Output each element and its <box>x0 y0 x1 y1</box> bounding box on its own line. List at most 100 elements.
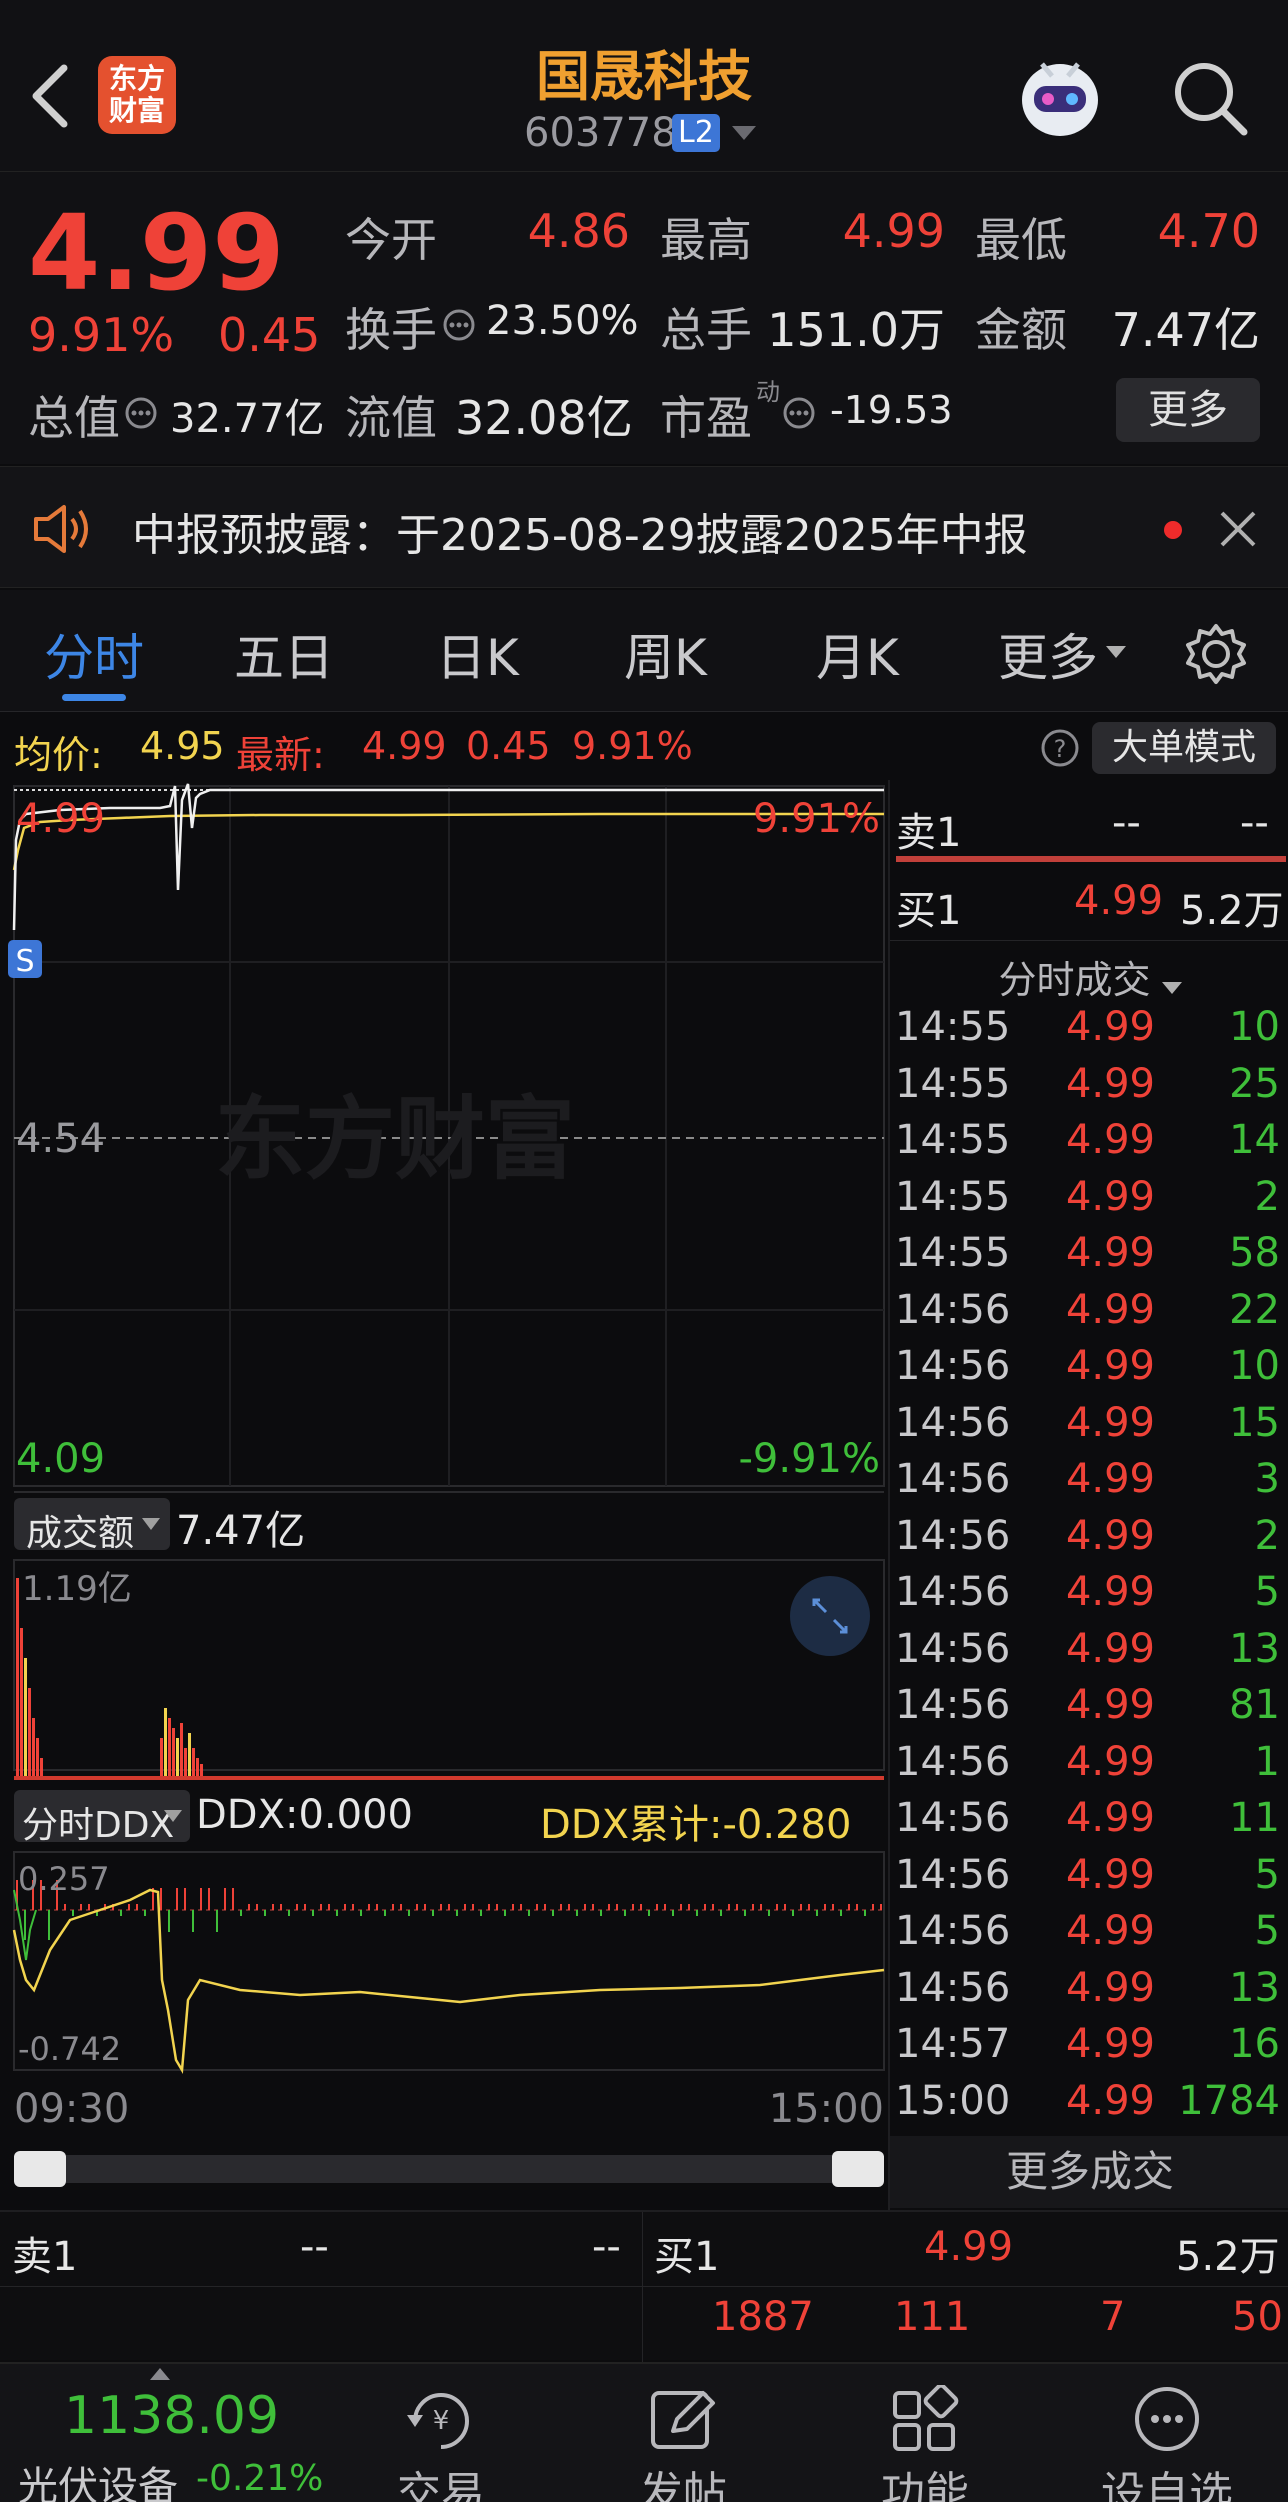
trade-volume: 2 <box>1254 1512 1280 1559</box>
volume-bar <box>176 1738 179 1778</box>
ddx-bar <box>752 1904 754 1910</box>
ddx-bar <box>560 1904 562 1910</box>
ddx-bar <box>72 1910 74 1916</box>
ddx-bar <box>880 1904 882 1910</box>
active-tab-indicator <box>62 694 126 701</box>
ddx-bar <box>360 1910 362 1916</box>
unread-dot <box>1164 521 1182 539</box>
search-icon[interactable] <box>1170 58 1250 138</box>
ddx-bar <box>824 1904 826 1910</box>
pe-value: -19.53 <box>830 388 953 432</box>
tab-monthly-k[interactable]: 月K <box>816 618 899 690</box>
ddx-bar <box>168 1910 170 1932</box>
trade-time: 14:55 <box>895 1060 1011 1107</box>
tab-more[interactable]: 更多 <box>998 618 1098 690</box>
question-icon[interactable]: ? <box>1040 728 1080 768</box>
nav-post[interactable]: 发帖 <box>598 2385 768 2502</box>
volume-bar <box>188 1733 191 1778</box>
trade-time: 14:55 <box>895 1230 1011 1276</box>
tab-five-day[interactable]: 五日 <box>234 618 334 690</box>
current-price: 4.99 <box>28 192 285 314</box>
info-circle-icon[interactable] <box>442 308 476 342</box>
nav-functions[interactable]: 功能 <box>840 2385 1010 2502</box>
nav-add-watchlist[interactable]: 设自选 <box>1082 2385 1252 2502</box>
trades-header[interactable]: 分时成交 <box>890 948 1288 1012</box>
trade-time: 14:56 <box>895 1343 1011 1389</box>
trade-time: 15:00 <box>895 2077 1011 2124</box>
nav-trade[interactable]: ¥ 交易 <box>356 2385 526 2502</box>
volume-label: 总手 <box>660 303 752 357</box>
ddx-bar <box>232 1888 234 1910</box>
trade-volume: 13 <box>1229 1964 1280 2011</box>
time-range-slider[interactable] <box>14 2151 884 2187</box>
l2-badge: L2 <box>672 114 720 152</box>
ddx-bar <box>600 1910 602 1916</box>
ddx-bar <box>424 1904 426 1910</box>
ddx-selector[interactable]: 分时DDX <box>14 1790 190 1846</box>
trade-time: 14:56 <box>895 1625 1011 1672</box>
intraday-chart[interactable]: 东方财富 4.99 9.91% 4.54 4.09 -9.91% S 1.19亿… <box>0 780 888 2180</box>
ddx-bar <box>720 1910 722 1916</box>
s-badge-text: S <box>15 944 34 979</box>
trade-volume: 3 <box>1254 1456 1280 1502</box>
ddx-bar <box>680 1904 682 1910</box>
bottom-sell1-label: 卖1 <box>12 2234 78 2280</box>
trade-volume: 5 <box>1254 1851 1280 1898</box>
ddx-bar <box>408 1910 410 1916</box>
trade-time: 14:56 <box>895 1795 1011 1841</box>
volume-selector[interactable]: 成交额 <box>14 1498 170 1554</box>
volume-bar <box>160 1738 163 1778</box>
ddx-bar <box>136 1904 138 1910</box>
tab-intraday[interactable]: 分时 <box>44 618 144 690</box>
notice-bar[interactable]: 中报预披露：于2025-08-29披露2025年中报 <box>0 466 1288 588</box>
tab-weekly-k[interactable]: 周K <box>624 618 707 690</box>
ddx-bar <box>432 1910 434 1916</box>
slider-left-handle[interactable] <box>14 2151 66 2187</box>
time-axis-start: 09:30 <box>14 2086 129 2132</box>
trade-price: 4.99 <box>1065 2077 1155 2124</box>
big-order-mode-button[interactable]: 大单模式 <box>1092 722 1276 774</box>
ddx-bar <box>800 1904 802 1910</box>
ddx-bar <box>328 1904 330 1910</box>
trade-price: 4.99 <box>1065 1738 1155 1785</box>
expand-icon[interactable] <box>790 1576 870 1656</box>
robot-avatar-icon[interactable] <box>1012 50 1108 146</box>
amount-value: 7.47亿 <box>1111 303 1260 357</box>
ddx-bar <box>208 1888 210 1910</box>
stock-code-row[interactable]: 603778 L2 <box>520 108 780 158</box>
gear-icon[interactable] <box>1184 622 1248 686</box>
ddx-bar <box>192 1910 194 1932</box>
index-name[interactable]: 光伏设备 <box>18 2454 178 2502</box>
chart-tabs: 分时 五日 日K 周K 月K 更多 <box>0 590 1288 712</box>
volume-bar <box>20 1628 23 1778</box>
speaker-icon <box>34 505 88 553</box>
trade-price: 4.99 <box>1065 1004 1155 1050</box>
ddx-bar <box>24 1910 26 1940</box>
index-value[interactable]: 1138.09 <box>64 2386 279 2446</box>
ddx-bar <box>472 1904 474 1910</box>
more-trades-button[interactable]: 更多成交 <box>890 2136 1288 2208</box>
divider <box>0 2286 1288 2287</box>
ddx-bar <box>616 1904 618 1910</box>
last-change-pct: 9.91% <box>572 724 693 768</box>
tab-daily-k[interactable]: 日K <box>436 618 519 690</box>
ddx-bar <box>384 1910 386 1916</box>
queue-value: 50 <box>1232 2294 1283 2340</box>
volume-bar <box>180 1723 183 1778</box>
ddx-bar <box>456 1910 458 1916</box>
ddx-bar <box>760 1904 762 1910</box>
ddx-bar <box>568 1904 570 1910</box>
sell1-label: 卖1 <box>896 810 962 856</box>
slider-right-handle[interactable] <box>832 2151 884 2187</box>
close-icon[interactable] <box>1218 509 1258 549</box>
bottom-buy1-price: 4.99 <box>924 2224 1014 2270</box>
more-button[interactable]: 更多 <box>1116 378 1260 442</box>
ddx-bar <box>120 1910 122 1916</box>
high-label: 最高 <box>660 213 752 267</box>
dropdown-arrow-icon <box>1161 981 1182 994</box>
queue-value: 111 <box>894 2294 971 2340</box>
info-circle-icon[interactable] <box>124 396 158 430</box>
volume-max-label: 1.19亿 <box>22 1569 132 1609</box>
trade-price: 4.99 <box>1065 1456 1155 1502</box>
info-circle-icon[interactable] <box>782 396 816 430</box>
